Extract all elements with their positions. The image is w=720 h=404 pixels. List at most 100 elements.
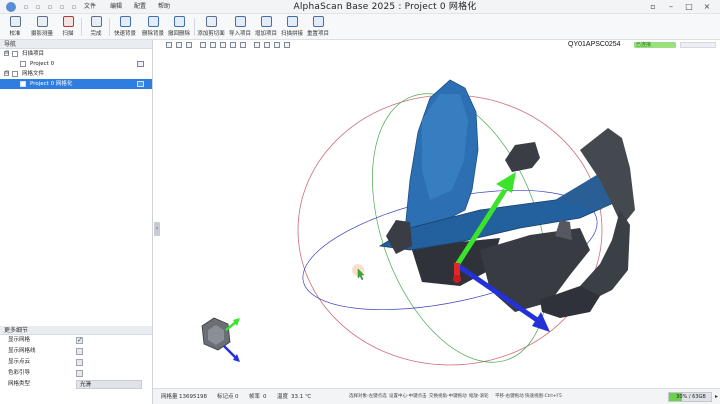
visibility-checkbox[interactable] bbox=[20, 81, 26, 87]
layer-icon[interactable] bbox=[137, 61, 144, 67]
add-project-icon bbox=[260, 16, 272, 27]
window-title: AlphaScan Base 2025 : Project 0 网格化 bbox=[293, 2, 477, 12]
clip-icon[interactable] bbox=[254, 42, 260, 48]
view-top-icon[interactable] bbox=[220, 42, 226, 48]
memory-usage-text: 30% / 63GB bbox=[676, 394, 706, 400]
brush-icon[interactable] bbox=[186, 42, 192, 48]
toolbar-divider bbox=[81, 18, 82, 36]
open-icon[interactable]: ▫ bbox=[34, 3, 42, 11]
device-signal bbox=[680, 42, 716, 48]
delete-background-button[interactable]: 删除背景 bbox=[140, 16, 166, 38]
tree-item-label: Project 0 bbox=[30, 61, 55, 67]
reset-project-button[interactable]: 重置项目 bbox=[306, 16, 330, 38]
minimize-icon[interactable]: – bbox=[666, 2, 676, 12]
finish-button[interactable]: 完成 bbox=[86, 16, 106, 38]
axis-arrowhead-z[interactable] bbox=[532, 312, 550, 332]
app-logo-icon bbox=[6, 2, 16, 12]
fps-value: 0 bbox=[263, 394, 267, 400]
temp-label: 温度 bbox=[277, 394, 289, 400]
color-guide-checkbox[interactable] bbox=[76, 370, 83, 377]
axis-handle-x-tip[interactable] bbox=[453, 275, 461, 283]
notification-icon[interactable]: ▸ bbox=[715, 389, 718, 404]
save-icon[interactable]: ▫ bbox=[22, 3, 30, 11]
export-icon[interactable]: ▫ bbox=[46, 3, 54, 11]
axis-arrowhead-y[interactable] bbox=[496, 172, 516, 193]
hint-quick-view: 快速视图-Ctrl+F5 bbox=[525, 394, 562, 399]
add-clip-plane-button[interactable]: 添加剪切面 bbox=[196, 16, 226, 38]
tree-item-label: 扫描项目 bbox=[22, 51, 45, 57]
visibility-checkbox[interactable] bbox=[12, 71, 18, 77]
collapse-icon[interactable]: ⊟ bbox=[4, 51, 9, 56]
menu-file[interactable]: 文件 bbox=[84, 0, 96, 14]
orientation-cube[interactable] bbox=[201, 317, 240, 362]
quick-background-button[interactable]: 快速背景 bbox=[112, 16, 138, 38]
hint-pan: 平移-右键拖动 bbox=[495, 394, 524, 399]
settings-icon[interactable]: ▫ bbox=[58, 3, 66, 11]
viewport-toolbar: QY01APSC0254 已连接 bbox=[160, 40, 720, 50]
visibility-checkbox[interactable] bbox=[20, 61, 26, 67]
finish-icon bbox=[90, 16, 102, 27]
invert-icon[interactable] bbox=[264, 42, 270, 48]
scan-icon bbox=[62, 16, 74, 27]
show-wireframe-checkbox[interactable] bbox=[76, 348, 83, 355]
scene-canvas[interactable] bbox=[160, 50, 720, 388]
toolbar-divider bbox=[109, 18, 110, 36]
fps-label: 帧率 bbox=[249, 394, 261, 400]
mesh-count-value: 13695198 bbox=[179, 394, 207, 400]
fit-view-icon[interactable] bbox=[240, 42, 246, 48]
hint-zoom: 缩放-滚轮 bbox=[469, 394, 489, 399]
device-status-text: 已连接 bbox=[636, 42, 652, 48]
measure-icon[interactable] bbox=[274, 42, 280, 48]
undo-delete-icon bbox=[173, 16, 185, 27]
photogrammetry-button[interactable]: 摄影测量 bbox=[28, 16, 56, 38]
select-icon[interactable] bbox=[166, 42, 172, 48]
status-bar: 网格量 13695198 标记点 0 帧率 0 温度 33.1 ℃ 选择对象-左… bbox=[153, 388, 720, 404]
menu-edit[interactable]: 编辑 bbox=[110, 0, 122, 14]
nav-header: 导航 bbox=[0, 40, 152, 49]
scan-stitch-button[interactable]: 扫描拼接 bbox=[280, 16, 304, 38]
info-icon[interactable]: ▫ bbox=[70, 3, 78, 11]
view-side-icon[interactable] bbox=[210, 42, 216, 48]
layer-icon[interactable] bbox=[137, 81, 144, 87]
marker-value: 0 bbox=[235, 394, 239, 400]
toolbar-divider bbox=[194, 18, 195, 36]
scan-stitch-icon bbox=[286, 16, 298, 27]
scanned-mesh[interactable] bbox=[378, 79, 635, 318]
tree-item-project-mesh[interactable]: Project 0 网格化 bbox=[0, 79, 152, 89]
show-point-cloud-checkbox[interactable] bbox=[76, 359, 83, 366]
option-show-mesh: 显示网格 bbox=[0, 335, 152, 346]
show-mesh-checkbox[interactable] bbox=[76, 335, 83, 346]
calibrate-button[interactable]: 校准 bbox=[4, 16, 26, 38]
pin-icon[interactable]: ▫ bbox=[648, 2, 658, 12]
menu-config[interactable]: 配置 bbox=[134, 0, 146, 14]
tree-item-label: Project 0 网格化 bbox=[30, 81, 73, 87]
tree-item-mesh-files[interactable]: ⊟ 网格文件 bbox=[0, 69, 152, 79]
import-project-button[interactable]: 导入项目 bbox=[228, 16, 252, 38]
close-icon[interactable]: × bbox=[702, 2, 712, 12]
view-iso-icon[interactable] bbox=[230, 42, 236, 48]
option-color-guide: 色彩引导 bbox=[0, 368, 152, 379]
add-clip-plane-icon bbox=[205, 16, 217, 27]
mesh-type-select[interactable]: 光滑 bbox=[76, 380, 142, 389]
collapse-icon[interactable]: ⊟ bbox=[4, 71, 9, 76]
option-show-wireframe: 显示网格线 bbox=[0, 346, 152, 357]
scan-button[interactable]: 扫描 bbox=[58, 16, 78, 38]
tree-item-project[interactable]: Project 0 bbox=[0, 59, 152, 69]
hint-select: 选择对象-左键点选 bbox=[349, 394, 387, 399]
calibrate-icon bbox=[9, 16, 21, 27]
details-header: 更多细节 bbox=[0, 326, 152, 335]
temp-value: 33.1 ℃ bbox=[291, 394, 312, 400]
visibility-checkbox[interactable] bbox=[12, 51, 18, 57]
maximize-icon[interactable]: □ bbox=[684, 2, 694, 12]
marker-label: 标记点 bbox=[217, 394, 234, 400]
undo-delete-button[interactable]: 撤回删除 bbox=[166, 16, 192, 38]
lasso-icon[interactable] bbox=[176, 42, 182, 48]
option-mesh-type: 网格类型 光滑 bbox=[0, 379, 152, 390]
color-icon[interactable] bbox=[284, 42, 290, 48]
main-toolbar: 校准 摄影测量 扫描 完成 快速背景 删除背景 撤回删除 添加剪切面 导入项目 … bbox=[0, 14, 720, 40]
tree-item-scan-projects[interactable]: ⊟ 扫描项目 bbox=[0, 49, 152, 59]
view-front-icon[interactable] bbox=[200, 42, 206, 48]
add-project-button[interactable]: 增加项目 bbox=[254, 16, 278, 38]
3d-viewport[interactable]: QY01APSC0254 已连接 bbox=[160, 40, 720, 388]
menu-help[interactable]: 帮助 bbox=[158, 0, 170, 14]
